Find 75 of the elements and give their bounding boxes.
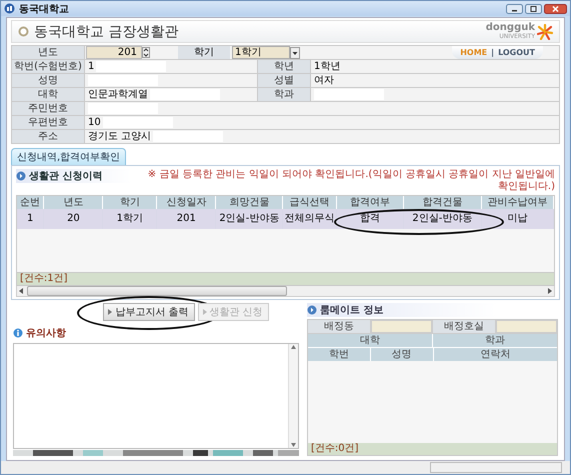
arrow-circle-icon [307,305,317,315]
table-cell: 1 [17,209,44,229]
table-cell: 1학기 [103,209,158,229]
field-label: 주소 [12,130,84,143]
column-header: 년도 [44,196,104,209]
column-header: 대학 [308,334,432,347]
minimize-icon[interactable] [506,4,523,14]
link-separator: | [491,48,494,57]
field-label: 학기 [178,46,230,59]
column-header: 학기 [103,196,158,209]
table-cell: 합격 [337,209,404,229]
field-value: 10 [88,116,101,129]
maximize-icon[interactable] [525,4,542,14]
column-header: 신청일자 [157,196,216,209]
spin-button-icon[interactable] [142,47,150,58]
field-value: 인문과학계열 [88,88,148,101]
table-cell: 전체의무식 [283,209,338,229]
field-value: 1 [88,60,94,73]
scroll-up-icon[interactable] [290,344,297,350]
ring-icon [18,26,29,37]
record-count: [건수:0건] [311,443,359,454]
table-cell: 2인실-반야동 [216,209,284,229]
info-circle-icon [13,328,23,338]
input-field[interactable] [496,321,556,332]
logout-link[interactable]: LOGOUT [498,48,535,57]
table-cell: 미납 [482,209,554,229]
page-title: 동국대학교 금장생활관 [34,22,178,40]
bullet-arrow-icon [108,309,112,315]
section-title: 유의사항 [26,327,66,340]
input-field[interactable] [372,321,431,332]
column-header: 학번 [308,348,370,361]
notice-text: ※ 금일 등록한 관비는 익일이 되어야 확인됩니다.(익일이 공휴일시 공휴일이 지난 일반일에 확인됩니다.) [146,169,555,193]
close-icon[interactable] [544,4,567,14]
field-label: 대학 [12,88,84,101]
app-logo-icon [4,3,15,14]
field-label: 우편번호 [12,116,84,129]
column-header: 희망건물 [216,196,284,209]
field-value: 1학년 [314,60,340,73]
section-title: 생활관 신청이력 [29,170,102,183]
horizontal-scrollbar[interactable] [16,286,555,297]
column-header: 급식선택 [283,196,338,209]
field-label: 성명 [12,74,84,87]
record-count: [건수:1건] [20,273,68,284]
column-header: 학과 [433,334,557,347]
field-label: 배정호실 [433,320,494,333]
field-label: 학과 [258,88,310,101]
bullet-arrow-icon [202,309,206,315]
column-header: 합격여부 [337,196,404,209]
starburst-logo-icon [537,24,553,40]
section-title: 룸메이트 정보 [320,304,384,317]
table-cell: 201 [157,209,216,229]
field-label: 학번(수험번호) [12,60,84,73]
column-header: 관비수납여부 [482,196,554,209]
window-title: 동국대학교 [19,2,69,16]
field-label: 주민번호 [12,102,84,115]
term-dropdown[interactable]: 1학기 [232,46,290,59]
field-label: 학년 [258,60,310,73]
field-label: 성별 [258,74,310,87]
print-button[interactable]: 납부고지서 출력 [103,303,194,321]
tab[interactable]: 신청내역,합격여부확인 [11,148,126,165]
logo-text: dongguk [486,22,535,32]
table-cell: 20 [44,209,104,229]
column-header: 합격건물 [404,196,482,209]
field-value: 여자 [314,74,334,87]
field-label: 배정동 [308,320,370,333]
year-field[interactable]: 201 [86,46,142,59]
table-cell: 2인실-반야동 [404,209,482,229]
column-header: 성명 [370,348,432,361]
scroll-down-icon[interactable] [290,442,297,448]
field-label: 년도 [12,46,84,59]
table-row[interactable]: 1 20 1학기 201 2인실-반야동 전체의무식 합격 2인실-반야동 미납 [17,209,554,229]
column-header: 연락처 [434,348,557,361]
arrow-circle-icon [16,171,26,181]
field-value: 경기도 고양시 [88,130,152,143]
column-header: 순번 [17,196,44,209]
